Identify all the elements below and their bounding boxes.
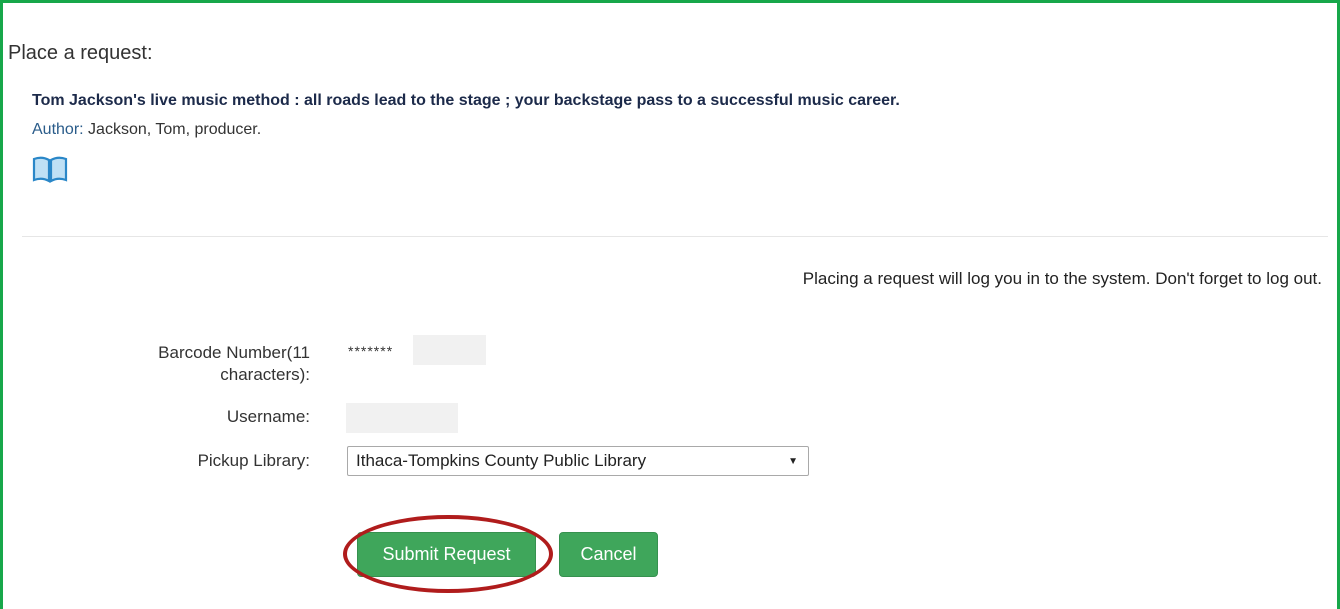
barcode-label-line1: Barcode Number(11 bbox=[158, 343, 310, 362]
author-row: Author: Jackson, Tom, producer. bbox=[32, 121, 261, 139]
barcode-field[interactable]: ******* bbox=[348, 343, 393, 359]
pickup-library-selected: Ithaca-Tompkins County Public Library bbox=[356, 451, 647, 470]
cancel-button[interactable]: Cancel bbox=[559, 532, 658, 577]
barcode-redaction bbox=[413, 335, 486, 365]
login-notice: Placing a request will log you in to the… bbox=[802, 269, 1322, 288]
book-icon bbox=[32, 155, 68, 183]
chevron-down-icon: ▼ bbox=[788, 455, 798, 467]
author-label: Author: bbox=[32, 121, 84, 138]
pickup-library-select[interactable]: Ithaca-Tompkins County Public Library ▼ bbox=[347, 446, 809, 476]
pickup-library-label: Pickup Library: bbox=[197, 451, 310, 470]
author-value: Jackson, Tom, producer. bbox=[88, 121, 262, 138]
section-divider bbox=[22, 236, 1328, 237]
item-title[interactable]: Tom Jackson's live music method : all ro… bbox=[32, 92, 900, 110]
page-title: Place a request: bbox=[8, 42, 153, 64]
username-field[interactable] bbox=[346, 403, 458, 433]
barcode-label-line2: characters): bbox=[220, 365, 310, 384]
barcode-label: Barcode Number(11 characters): bbox=[110, 342, 310, 386]
username-label: Username: bbox=[226, 407, 310, 426]
submit-request-button[interactable]: Submit Request bbox=[357, 532, 536, 577]
